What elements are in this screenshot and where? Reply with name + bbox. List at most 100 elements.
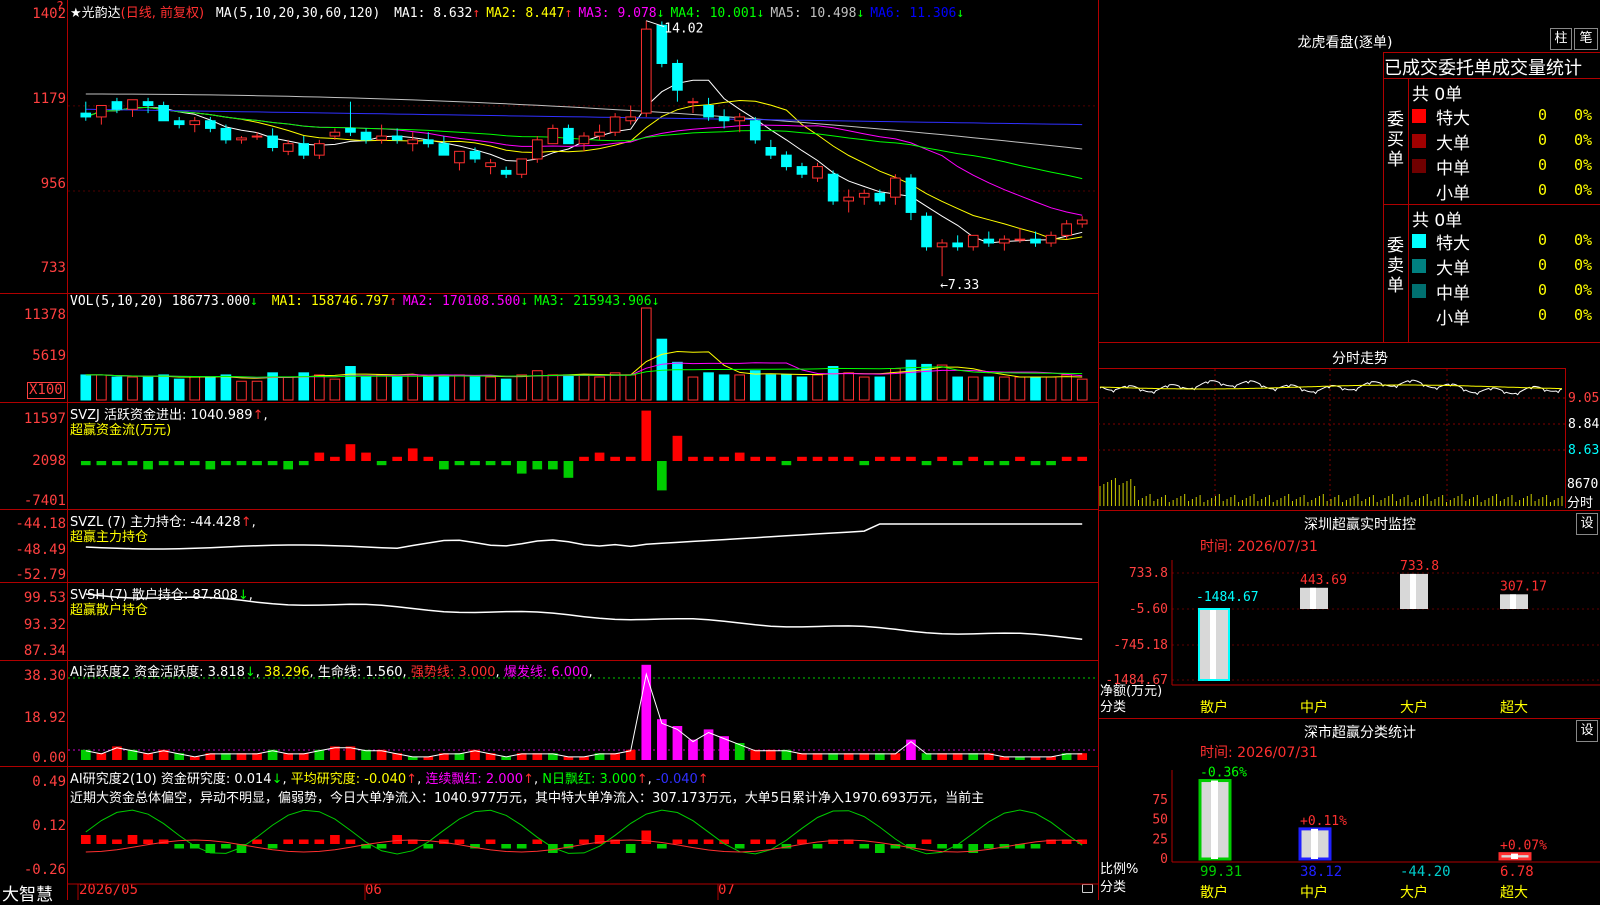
class-bar-shine-2 (1311, 828, 1318, 859)
stat-title: 已成交委托单成交量统计 (1384, 58, 1582, 79)
chart-canvas: 14.02←7.33733.8-5.60-745.18-1484.67-1484… (68, 20, 1600, 901)
candle (531, 139, 543, 160)
ai-active-bar (657, 719, 667, 760)
candle (1014, 238, 1026, 241)
candle (236, 137, 247, 141)
svzj-bar (719, 456, 729, 461)
monitor-xlabel: 分类 (1100, 700, 1127, 715)
monitor-settings-button[interactable]: 设 (1576, 513, 1598, 535)
vol-bar (220, 374, 232, 401)
svzj-bar (548, 461, 558, 470)
svzj-bar (314, 452, 325, 461)
vol-bar (345, 366, 356, 401)
svzj-bar (968, 456, 979, 461)
vol-bar (1014, 376, 1026, 401)
vol-bar (952, 376, 963, 401)
svzj-bar (563, 461, 574, 478)
monitor-bar-shine-1 (1210, 609, 1216, 680)
buy-row-name-4: 小单 (1436, 184, 1470, 204)
ai-research-bar (501, 844, 511, 849)
svzj-bar (516, 461, 527, 474)
ai-research-bar (267, 844, 278, 849)
candle (578, 135, 590, 145)
intraday-y-1: 9.05 (1568, 391, 1600, 406)
monitor-y-label-2: -5.60 (1129, 602, 1168, 617)
sell-row-count-1: 0 (1538, 231, 1548, 249)
vol-bar (438, 374, 450, 401)
class-y-label-4: 0 (1160, 852, 1168, 867)
ai-active-bar (361, 749, 371, 760)
candle (407, 139, 419, 145)
svzj-bar (189, 461, 200, 466)
bi-button[interactable]: 笔 (1574, 28, 1598, 50)
svzj-bar (80, 461, 91, 466)
svzj-bar (454, 461, 465, 466)
ai-research-bar (330, 835, 340, 844)
monitor-cat-4: 超大 (1500, 700, 1528, 716)
candle (1045, 234, 1057, 244)
vol-bar (282, 376, 294, 401)
vol-bar (827, 366, 839, 401)
vol-bar (905, 359, 917, 401)
vol-bar (360, 376, 372, 401)
vol-bar (500, 378, 512, 401)
monitor-bar-shine-2 (1310, 587, 1316, 609)
svzj-bar (1061, 456, 1072, 461)
buy-row-count-2: 0 (1538, 131, 1548, 149)
svzj-bar (143, 461, 153, 470)
sell-row-name-4: 小单 (1436, 309, 1470, 329)
candle (298, 143, 310, 156)
candle (983, 238, 995, 244)
candle (127, 99, 138, 110)
buy-row-name-1: 特大 (1436, 109, 1470, 129)
svzj-bar (781, 461, 792, 466)
vol-bar (812, 374, 823, 401)
vol-bar (313, 374, 325, 401)
ma-line-1 (85, 79, 1083, 244)
candle (999, 238, 1010, 244)
buy-label: 委买单 (1387, 110, 1404, 170)
svzj-bar (330, 456, 340, 461)
stat-inner-border (1408, 78, 1409, 342)
monitor-value-3: 733.8 (1400, 559, 1439, 574)
svzj-bar (983, 461, 994, 466)
intraday-price-line (1099, 379, 1563, 396)
svzj-bar (1046, 461, 1056, 466)
svzj-bar (252, 461, 262, 466)
zhu-button[interactable]: 柱 (1550, 28, 1572, 50)
svzj-bar (937, 456, 947, 461)
sell-row-pct-4: 0% (1574, 306, 1593, 324)
svzj-bar (657, 461, 667, 491)
vol-bar (718, 374, 730, 401)
ai-research-bar (532, 839, 543, 844)
candle (796, 166, 808, 175)
buy-row-swatch-2 (1412, 134, 1426, 148)
svzj-bar (407, 448, 418, 461)
svzj-bar (236, 461, 247, 466)
buy-row-pct-4: 0% (1574, 181, 1593, 199)
svzj-bar (221, 461, 231, 466)
vol-bar (1030, 376, 1041, 401)
ai-research-bar (641, 830, 652, 844)
class-settings-button[interactable]: 设 (1576, 720, 1598, 742)
vol-bar (236, 380, 247, 401)
candle (345, 127, 356, 133)
intraday-y-2: 8.84 (1568, 417, 1600, 432)
buy-row-count-3: 0 (1538, 156, 1548, 174)
ai-research-bar (283, 839, 294, 844)
class-pct-1: -0.36% (1200, 766, 1247, 781)
sell-row-name-1: 特大 (1436, 234, 1470, 254)
class-bar-shine-4 (1511, 853, 1518, 859)
vol-bar (547, 374, 559, 401)
svzj-bar (532, 461, 543, 470)
candle (1030, 238, 1041, 244)
svzj-bar (874, 456, 885, 461)
svzj-bar (470, 461, 480, 466)
sell-row-swatch-4 (1412, 309, 1426, 323)
candle (391, 135, 403, 141)
ai-research-bar (454, 839, 465, 844)
candle (765, 147, 777, 156)
ai-research-bar (734, 844, 745, 849)
ai-research-bar (96, 835, 107, 844)
ai-active-bar (750, 749, 761, 760)
